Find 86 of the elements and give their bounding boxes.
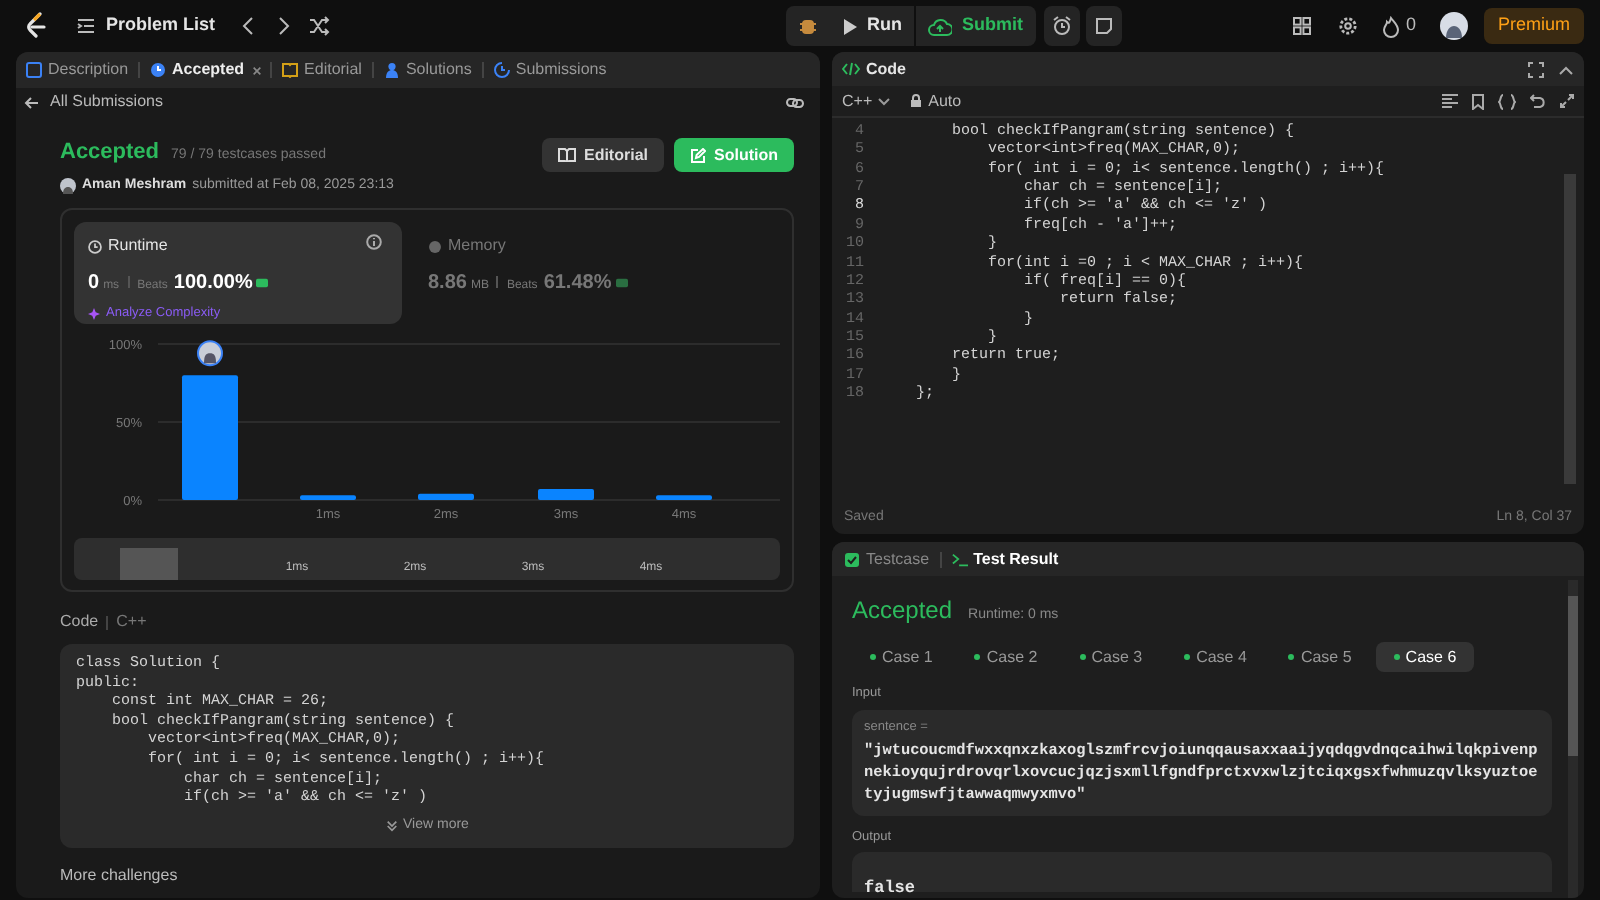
- panel-tab[interactable]: Test Result: [951, 547, 1059, 571]
- all-submissions-link[interactable]: All Submissions: [50, 90, 163, 114]
- edit-icon: [690, 147, 706, 163]
- note-button[interactable]: [1085, 6, 1122, 46]
- document-icon: [26, 62, 42, 78]
- case-tab[interactable]: Case 1: [852, 642, 951, 672]
- code-label: Code: [60, 610, 99, 634]
- collapse-icon[interactable]: [1558, 63, 1574, 75]
- avatar-icon[interactable]: [1439, 12, 1468, 40]
- play-icon: [841, 17, 858, 35]
- cloud-upload-icon: [928, 17, 953, 35]
- language-dropdown[interactable]: C++: [842, 89, 891, 113]
- clock-icon: [88, 239, 102, 253]
- editor-title: Code: [866, 57, 906, 81]
- book-icon: [282, 62, 299, 78]
- info-icon[interactable]: [366, 234, 382, 250]
- flame-icon[interactable]: [1381, 15, 1400, 37]
- chevron-down-icon: [878, 97, 891, 105]
- accepted-status: Accepted: [60, 138, 160, 168]
- format-icon[interactable]: [1442, 94, 1458, 108]
- note-icon: [1093, 16, 1114, 36]
- fullscreen-icon[interactable]: [1528, 61, 1544, 77]
- terminal-icon: [951, 551, 968, 567]
- editorial-button[interactable]: Editorial: [541, 138, 664, 172]
- avatar-icon: [60, 177, 76, 194]
- link-icon[interactable]: [786, 95, 804, 109]
- panel-tab[interactable]: Editorial: [280, 54, 364, 86]
- pass-dot-icon: [1393, 654, 1400, 660]
- stat-value: 8.86: [428, 270, 467, 298]
- accepted-status: Accepted: [852, 594, 953, 628]
- bookmark-icon[interactable]: [1472, 93, 1484, 109]
- beats-value: 61.48%: [543, 270, 612, 298]
- expand-icon[interactable]: [1560, 94, 1574, 108]
- pass-dot-icon: [1288, 654, 1295, 660]
- clock-icon: [150, 62, 167, 78]
- history-icon: [493, 62, 510, 78]
- alarm-clock-icon: [1051, 16, 1072, 36]
- case-tab[interactable]: Case 4: [1166, 642, 1265, 672]
- alarm-button[interactable]: [1043, 6, 1080, 46]
- panel-tab[interactable]: Accepted: [148, 54, 247, 86]
- close-icon[interactable]: [252, 65, 263, 75]
- panel-tab[interactable]: Description: [24, 54, 131, 86]
- braces-icon[interactable]: [1498, 93, 1516, 109]
- pass-dot-icon: [1079, 654, 1086, 660]
- previous-icon[interactable]: [239, 16, 256, 36]
- lock-icon: [910, 94, 923, 108]
- submit-button[interactable]: Submit: [916, 6, 1036, 46]
- shuffle-icon[interactable]: [307, 16, 330, 36]
- problem-list-link[interactable]: Problem List: [106, 12, 216, 40]
- stat-title: Memory: [448, 234, 506, 258]
- pass-dot-icon: [1184, 654, 1191, 660]
- case-tab[interactable]: Case 2: [956, 642, 1056, 672]
- back-arrow-icon[interactable]: [24, 95, 40, 109]
- double-chevron-icon: [385, 820, 398, 832]
- avatar-marker: [197, 340, 223, 367]
- mode-label[interactable]: Auto: [928, 89, 962, 113]
- panel-tab[interactable]: Solutions: [381, 54, 474, 86]
- run-button[interactable]: Run: [829, 6, 915, 46]
- checkbox-icon: [844, 551, 860, 567]
- case-tab[interactable]: Case 3: [1061, 642, 1161, 672]
- layout-icon[interactable]: [1291, 16, 1312, 36]
- streak-count: 0: [1405, 12, 1416, 39]
- code-icon: [842, 62, 860, 76]
- more-challenges-heading: More challenges: [60, 864, 180, 889]
- logo-icon[interactable]: [24, 12, 48, 40]
- sparkle-icon: [88, 307, 100, 320]
- person-icon: [383, 62, 400, 78]
- pass-dot-icon: [870, 654, 876, 660]
- stat-value: 0: [88, 270, 100, 298]
- stat-title: Runtime: [108, 234, 168, 258]
- list-icon[interactable]: [76, 16, 96, 36]
- panel-tab[interactable]: Testcase: [844, 547, 930, 571]
- scrollbar[interactable]: [1568, 580, 1578, 898]
- bar[interactable]: [418, 493, 474, 500]
- beats-value: 100.00%: [173, 270, 253, 298]
- language-label: C++: [116, 610, 147, 634]
- pass-dot-icon: [974, 654, 981, 660]
- output-value: false: [864, 878, 916, 898]
- undo-icon[interactable]: [1530, 94, 1546, 108]
- case-tab[interactable]: Case 5: [1270, 642, 1370, 672]
- book-icon: [557, 148, 576, 162]
- panel-tab[interactable]: Submissions: [491, 54, 609, 86]
- settings-icon[interactable]: [1337, 16, 1358, 36]
- premium-button[interactable]: Premium: [1483, 8, 1584, 44]
- next-icon[interactable]: [275, 16, 292, 36]
- case-tab[interactable]: Case 6: [1375, 642, 1475, 672]
